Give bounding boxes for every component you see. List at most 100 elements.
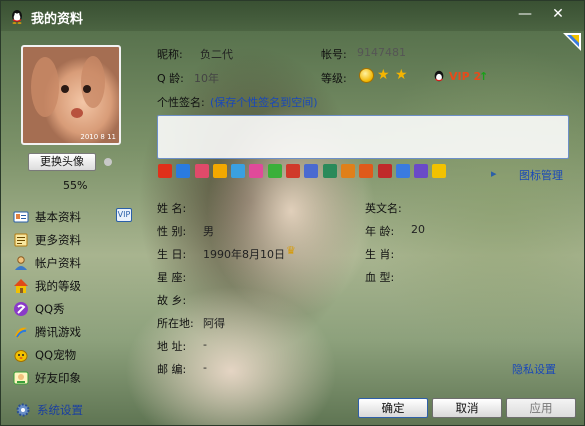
- qqshow-icon: [14, 301, 28, 316]
- avatar[interactable]: 2010 8 11: [21, 45, 121, 145]
- sidebar-item-label: 更多资料: [35, 232, 81, 247]
- sidebar-item-label: 我的等级: [35, 278, 81, 293]
- constellation-label: 星 座:: [157, 271, 187, 284]
- cancel-button[interactable]: 取消: [432, 398, 502, 418]
- hometown-label: 故 乡:: [157, 294, 187, 307]
- vip-badge: VIP: [116, 208, 132, 222]
- save-signature-link[interactable]: (保存个性签名到空间): [210, 94, 318, 110]
- window-title: 我的资料: [31, 12, 84, 27]
- game-icon: [15, 327, 27, 338]
- corner-logo-icon: [563, 33, 581, 51]
- profile-completion: 55%: [63, 179, 88, 192]
- star-level-icon: ★: [377, 67, 390, 83]
- icons-next-arrow-icon[interactable]: ▸: [491, 167, 497, 180]
- address-label: 地 址:: [157, 340, 187, 353]
- sidebar-item-qqshow[interactable]: QQ秀: [13, 297, 133, 320]
- gender-value: 男: [203, 225, 214, 238]
- location-label: 所在地:: [157, 317, 194, 330]
- sidebar-item-basic-info[interactable]: 基本资料 VIP: [13, 205, 133, 228]
- sidebar-item-account-info[interactable]: 帐户资料: [13, 251, 133, 274]
- qage-value: 10年: [194, 72, 219, 85]
- qq-penguin-icon: [12, 10, 22, 24]
- change-avatar-button[interactable]: 更换头像: [28, 153, 96, 171]
- close-button[interactable]: ✕: [549, 5, 567, 23]
- pet-service-icon[interactable]: [359, 164, 374, 178]
- system-settings-label: 系统设置: [37, 403, 83, 417]
- account-value: 9147481: [357, 46, 406, 59]
- crown-icon: ♛: [286, 244, 296, 257]
- card-service-icon[interactable]: [286, 164, 301, 178]
- penguin-service-icon[interactable]: [158, 164, 172, 178]
- account-label: 帐号:: [321, 48, 347, 61]
- vip-up-arrow-icon: ↑: [479, 70, 489, 83]
- age-label: 年 龄:: [365, 225, 395, 238]
- book-service-icon[interactable]: [340, 164, 355, 178]
- sidebar-item-label: 帐户资料: [35, 255, 81, 270]
- photo-timestamp: 2010 8 11: [80, 133, 116, 141]
- name-label: 姓 名:: [157, 202, 187, 215]
- qage-label: Q 龄:: [157, 72, 184, 85]
- user-icon: [15, 255, 27, 270]
- title-bar[interactable]: 我的资料 — ✕: [1, 1, 584, 31]
- nickname-value: 负二代: [200, 48, 233, 61]
- sidebar-item-my-level[interactable]: 我的等级: [13, 274, 133, 297]
- vip-level-text: VIP 2: [449, 70, 482, 83]
- avatar-status-dot: [104, 158, 112, 166]
- sidebar-item-tencent-games[interactable]: 腾讯游戏: [13, 320, 133, 343]
- minimize-button[interactable]: —: [516, 5, 534, 23]
- sidebar-item-label: 好友印象: [35, 370, 81, 385]
- signature-input[interactable]: [157, 115, 569, 159]
- gender-label: 性 别:: [157, 225, 187, 238]
- id-card-icon: [13, 211, 29, 222]
- zodiac-label: 生 肖:: [365, 248, 395, 261]
- profile-window: 我的资料 — ✕ 2010 8 11 更换头像 55% 基本资料 VIP 更多资…: [0, 0, 585, 426]
- postcode-value: -: [203, 361, 207, 374]
- sun-level-icon: [359, 68, 374, 83]
- postcode-label: 邮 编:: [157, 363, 187, 376]
- sidebar-item-label: QQ宠物: [35, 347, 77, 362]
- location-value: 阿得: [203, 317, 225, 330]
- service-icons-row: [158, 164, 451, 178]
- privacy-settings-link[interactable]: 隐私设置: [512, 361, 556, 377]
- sidebar-item-label: 基本资料: [35, 209, 81, 224]
- blog-service-icon[interactable]: [304, 164, 319, 178]
- heart-service-icon[interactable]: [194, 164, 209, 178]
- english-name-label: 英文名:: [365, 202, 402, 215]
- document-icon: [14, 233, 28, 246]
- sidebar-nav: 基本资料 VIP 更多资料 帐户资料 我的等级 QQ秀 腾讯游戏 QQ宠物 好友…: [13, 205, 133, 389]
- birthday-label: 生 日:: [157, 248, 187, 261]
- sidebar-item-qq-pet[interactable]: QQ宠物: [13, 343, 133, 366]
- address-value: -: [203, 338, 207, 351]
- baby-photo-icon: [31, 56, 105, 118]
- tencent-service-icon[interactable]: [395, 164, 410, 178]
- gear-icon: [16, 403, 30, 417]
- ok-button[interactable]: 确定: [358, 398, 428, 418]
- vip-service-icon[interactable]: [212, 164, 227, 178]
- star-service-icon[interactable]: [432, 164, 447, 178]
- sidebar-item-friend-impression[interactable]: 好友印象: [13, 366, 133, 389]
- diamond-green-icon[interactable]: [267, 164, 282, 178]
- diamond-blue-icon[interactable]: [231, 164, 246, 178]
- icon-manage-link[interactable]: 图标管理: [519, 167, 563, 183]
- apply-button[interactable]: 应用: [506, 398, 576, 418]
- blood-type-label: 血 型:: [365, 271, 395, 284]
- signature-label: 个性签名:: [157, 96, 205, 109]
- pet-icon: [14, 349, 28, 362]
- music-service-icon[interactable]: [322, 164, 337, 178]
- level-label: 等级:: [321, 72, 347, 85]
- mail-service-icon[interactable]: [176, 164, 191, 178]
- game-service-icon[interactable]: [377, 164, 392, 178]
- sidebar-item-more-info[interactable]: 更多资料: [13, 228, 133, 251]
- system-settings-link[interactable]: 系统设置: [15, 402, 83, 418]
- star-level-icon: ★: [395, 67, 408, 83]
- sidebar-item-label: QQ秀: [35, 301, 65, 316]
- diamond-pink-icon[interactable]: [249, 164, 264, 178]
- vip-penguin-icon: [434, 70, 444, 82]
- birthday-value: 1990年8月10日: [203, 248, 285, 261]
- sidebar-item-label: 腾讯游戏: [35, 324, 81, 339]
- purple-service-icon[interactable]: [414, 164, 429, 178]
- age-value: 20: [411, 223, 425, 236]
- nickname-label: 昵称:: [157, 48, 183, 61]
- house-icon: [14, 278, 28, 293]
- impression-icon: [13, 371, 29, 384]
